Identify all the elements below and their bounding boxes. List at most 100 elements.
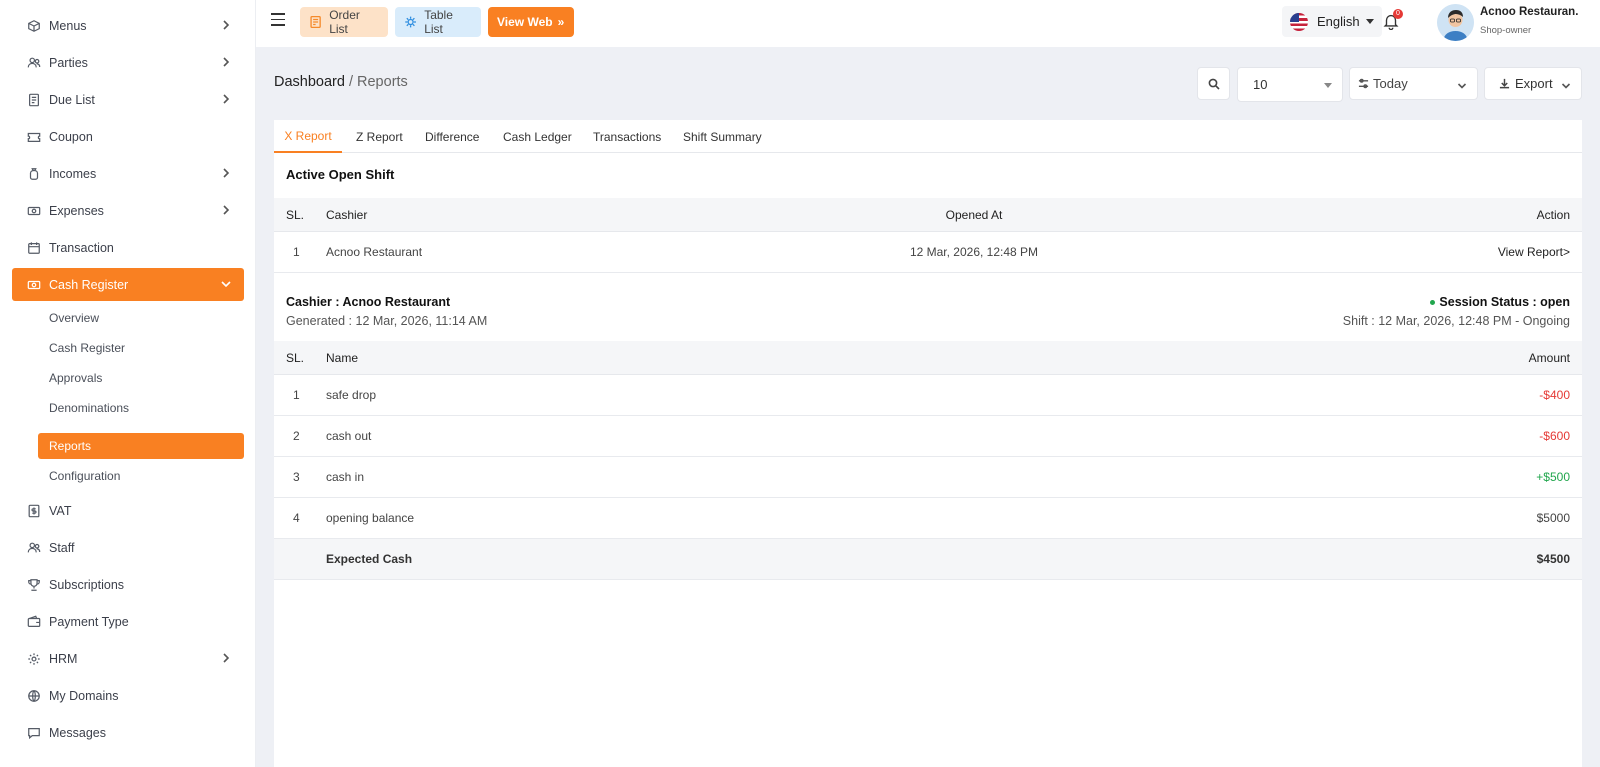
sidebar-item-label: Transaction	[49, 240, 114, 255]
chevron-right-icon	[220, 56, 232, 68]
report-card: X Report Z Report Difference Cash Ledger…	[274, 120, 1582, 767]
submenu-item-approvals[interactable]: Approvals	[38, 365, 244, 391]
document-icon	[27, 93, 41, 107]
submenu-item-denominations[interactable]: Denominations	[38, 395, 244, 421]
session-status-label: Session Status : open	[1439, 295, 1570, 309]
row-amount: -$600	[1539, 429, 1570, 443]
report-table-header: SL. Name Amount	[274, 341, 1582, 375]
row-sl: 2	[293, 429, 300, 443]
per-page-value: 10	[1253, 77, 1268, 92]
receipt-icon	[27, 504, 41, 518]
sidebar-item-label: My Domains	[49, 688, 119, 703]
notification-button[interactable]: 0	[1382, 9, 1403, 32]
expected-cash-row: Expected Cash $4500	[274, 539, 1582, 580]
submenu-item-cash-register[interactable]: Cash Register	[38, 335, 244, 361]
sidebar-item-payment-type[interactable]: Payment Type	[12, 605, 244, 638]
download-icon	[1499, 78, 1510, 89]
column-header: SL.	[286, 350, 305, 365]
sidebar-item-hrm[interactable]: HRM	[12, 642, 244, 675]
submenu-item-overview[interactable]: Overview	[38, 305, 244, 331]
globe-icon	[27, 689, 41, 703]
money-bag-icon	[27, 167, 41, 181]
table-row: 3 cash in +$500	[274, 457, 1582, 498]
sidebar-item-label: Cash Register	[49, 277, 129, 292]
sidebar-item-label: Subscriptions	[49, 577, 125, 592]
submenu-item-label: Approvals	[49, 371, 103, 385]
sidebar-item-menus[interactable]: Menus	[12, 9, 244, 42]
chevron-down-icon	[220, 278, 232, 290]
sidebar-item-due-list[interactable]: Due List	[12, 83, 244, 116]
row-name: opening balance	[326, 511, 415, 525]
box-icon	[27, 19, 41, 33]
order-list-label: Order List	[329, 8, 360, 36]
language-selector[interactable]: English	[1282, 6, 1382, 37]
order-list-button[interactable]: Order List	[300, 7, 388, 37]
sidebar-item-label: Coupon	[49, 129, 93, 144]
status-dot-icon	[1430, 299, 1436, 305]
column-header: Cashier	[326, 207, 368, 222]
chevron-right-icon	[220, 93, 232, 105]
user-name: Acnoo Restauran.	[1480, 6, 1579, 18]
sidebar-item-label: Staff	[49, 540, 75, 555]
export-button[interactable]: Export	[1484, 67, 1582, 100]
view-web-button[interactable]: View Web »	[488, 7, 574, 37]
sidebar-item-label: Due List	[49, 92, 95, 107]
tab-shift-summary[interactable]: Shift Summary	[683, 120, 762, 153]
row-sl: 4	[293, 511, 300, 525]
message-icon	[27, 726, 41, 740]
sidebar-item-my-domains[interactable]: My Domains	[12, 679, 244, 712]
session-status: Session Status : open	[1430, 295, 1570, 309]
us-flag-icon	[1290, 12, 1308, 31]
row-amount: $5000	[1536, 511, 1570, 525]
wallet-icon	[27, 615, 41, 629]
submenu-item-label: Denominations	[49, 401, 130, 415]
language-label: English	[1317, 14, 1360, 29]
date-filter-select[interactable]: Today	[1349, 67, 1478, 100]
expected-cash-amount: $4500	[1536, 552, 1570, 566]
avatar[interactable]	[1437, 4, 1474, 41]
section-title: Active Open Shift	[286, 167, 395, 182]
sidebar-item-staff[interactable]: Staff	[12, 531, 244, 564]
view-report-link[interactable]: View Report>	[1498, 232, 1570, 272]
row-sl: 1	[293, 245, 300, 259]
submenu-item-configuration[interactable]: Configuration	[38, 463, 244, 489]
search-button[interactable]	[1197, 67, 1230, 100]
row-name: cash in	[326, 470, 365, 484]
search-icon	[1208, 78, 1220, 90]
table-list-button[interactable]: Table List	[395, 7, 481, 37]
shift-table-header: SL. Cashier Opened At Action	[274, 198, 1582, 232]
submenu-item-reports[interactable]: Reports	[38, 433, 244, 459]
sidebar-item-cash-register[interactable]: Cash Register	[12, 268, 244, 301]
per-page-select[interactable]: 10	[1237, 67, 1343, 102]
expected-cash-label: Expected Cash	[326, 552, 413, 566]
menu-toggle-icon[interactable]	[271, 13, 285, 27]
caret-down-icon	[1365, 19, 1374, 24]
column-header: Amount	[1528, 350, 1570, 365]
sliders-icon	[1358, 78, 1369, 89]
row-amount: +$500	[1536, 470, 1570, 484]
tab-z-report[interactable]: Z Report	[356, 120, 403, 153]
sidebar-item-vat[interactable]: VAT	[12, 494, 244, 527]
table-row: 1 safe drop -$400	[274, 375, 1582, 416]
tab-x-report[interactable]: X Report	[274, 120, 342, 153]
tab-cash-ledger[interactable]: Cash Ledger	[503, 120, 572, 153]
sidebar: Menus Parties Due List Coupon Incomes Ex…	[0, 0, 256, 767]
sidebar-item-label: Menus	[49, 18, 87, 33]
sidebar-item-parties[interactable]: Parties	[12, 46, 244, 79]
sidebar-item-coupon[interactable]: Coupon	[12, 120, 244, 153]
breadcrumb-root[interactable]: Dashboard	[274, 74, 345, 90]
export-label: Export	[1515, 76, 1553, 91]
sidebar-item-expenses[interactable]: Expenses	[12, 194, 244, 227]
sidebar-item-messages[interactable]: Messages	[12, 716, 244, 749]
user-avatar-icon	[1437, 4, 1474, 41]
sidebar-item-transaction[interactable]: Transaction	[12, 231, 244, 264]
row-name: cash out	[326, 429, 372, 443]
chevron-down-icon	[1457, 79, 1467, 94]
sidebar-item-incomes[interactable]: Incomes	[12, 157, 244, 190]
sidebar-item-subscriptions[interactable]: Subscriptions	[12, 568, 244, 601]
tab-difference[interactable]: Difference	[425, 120, 479, 153]
notification-badge: 0	[1393, 9, 1403, 19]
tab-transactions[interactable]: Transactions	[593, 120, 661, 153]
chevron-right-icon	[220, 652, 232, 664]
table-icon	[405, 16, 416, 28]
